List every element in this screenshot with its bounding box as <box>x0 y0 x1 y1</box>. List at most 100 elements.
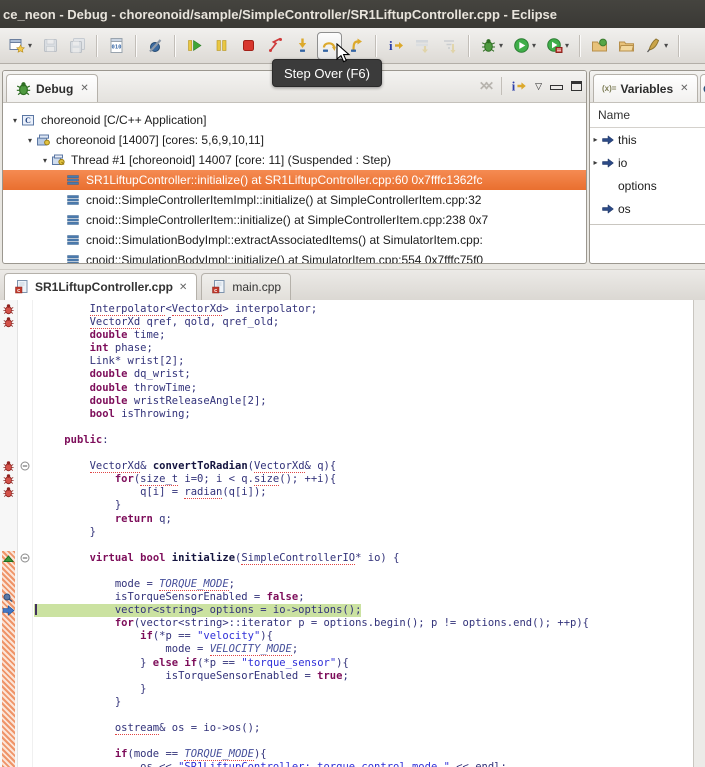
remove-all-terminated-icon[interactable]: ✕✕ <box>479 79 493 93</box>
dropdown-caret-icon[interactable]: ▾ <box>499 41 503 50</box>
process-icon <box>36 133 52 147</box>
variables-view-tabbar: (x)= Variables ✕ <box>590 71 705 103</box>
debug-tree-row[interactable]: ▾choreonoid [14007] [cores: 5,6,9,10,11] <box>3 130 586 150</box>
view-menu-icon[interactable]: ▽ <box>535 81 542 92</box>
toolbar-separator <box>96 35 98 57</box>
expander-icon[interactable]: ▾ <box>9 116 21 125</box>
editor-tab-sr1liftupcontroller-cpp[interactable]: cSR1LiftupController.cpp✕ <box>4 273 197 300</box>
debug-launch-tree: ▾Cchoreonoid [C/C++ Application]▾choreon… <box>3 103 586 264</box>
variable-row[interactable]: options <box>590 174 705 197</box>
fold-collapse-icon[interactable] <box>20 461 30 471</box>
debug-tree-label: cnoid::SimpleControllerItemImpl::initial… <box>86 193 481 207</box>
debug-tree-row[interactable]: cnoid::SimpleControllerItem::initialize(… <box>3 210 586 230</box>
dropdown-caret-icon[interactable]: ▾ <box>565 41 569 50</box>
variable-icon <box>601 156 616 170</box>
code-line: vector<string> options = io->options(); <box>39 604 693 617</box>
debug-tree-label: cnoid::SimpleControllerItem::initialize(… <box>86 213 488 227</box>
step-into-button[interactable] <box>290 32 315 60</box>
disconnect-button[interactable] <box>263 32 288 60</box>
use-step-filters-button[interactable] <box>437 32 462 60</box>
quill-button[interactable]: ▾ <box>641 32 672 60</box>
suspend-button[interactable] <box>209 32 234 60</box>
drop-to-frame-button[interactable] <box>410 32 435 60</box>
variable-name: options <box>618 179 657 193</box>
run-icon <box>513 37 530 54</box>
drop-to-frame-icon <box>414 37 431 54</box>
code-editor[interactable]: Interpolator<VectorXd> interpolator; Vec… <box>33 300 693 767</box>
toolbar-separator <box>501 77 502 95</box>
code-line: isTorqueSensorEnabled = false; <box>39 591 693 604</box>
resume-button[interactable] <box>182 32 207 60</box>
code-line: Interpolator<VectorXd> interpolator; <box>39 303 693 316</box>
code-line: } else if(*p == "torque_sensor"){ <box>39 657 693 670</box>
step-into-icon <box>294 37 311 54</box>
minimize-icon[interactable] <box>550 85 563 90</box>
tab-breakpoints-partial[interactable] <box>700 74 705 102</box>
dropdown-caret-icon[interactable]: ▾ <box>664 41 668 50</box>
variables-column-name[interactable]: Name <box>590 103 705 128</box>
code-line: for(size_t i=0; i < q.size(); ++i){ <box>39 473 693 486</box>
save-button[interactable] <box>38 32 63 60</box>
dropdown-caret-icon[interactable]: ▾ <box>28 41 32 50</box>
window-titlebar[interactable]: ce_neon - Debug - choreonoid/sample/Simp… <box>0 0 705 29</box>
open-task-button[interactable] <box>587 32 612 60</box>
folder-icon <box>618 37 635 54</box>
binary-file-button[interactable]: 010 <box>104 32 129 60</box>
disconnect-icon <box>267 37 284 54</box>
editor-tab-main-cpp[interactable]: cmain.cpp <box>201 273 291 300</box>
skip-all-breakpoints-button[interactable] <box>143 32 168 60</box>
error-bug-icon <box>2 460 15 473</box>
variable-name: this <box>618 133 637 147</box>
coverage-launch-button[interactable]: ▾ <box>542 32 573 60</box>
code-line: bool isThrowing; <box>39 408 693 421</box>
variable-row[interactable]: ▸io <box>590 151 705 174</box>
save-all-button[interactable] <box>65 32 90 60</box>
maximize-icon[interactable] <box>571 81 582 91</box>
variable-row[interactable]: ▸ this <box>590 128 705 151</box>
fold-collapse-icon[interactable] <box>20 553 30 563</box>
toolbar-separator <box>375 35 377 57</box>
instruction-stepping-button[interactable]: i <box>383 32 408 60</box>
expander-icon[interactable]: ▾ <box>24 136 36 145</box>
overview-ruler[interactable] <box>693 300 705 767</box>
expander-icon[interactable]: ▸ <box>590 158 601 167</box>
stack-frame-icon <box>66 173 82 187</box>
tab-debug[interactable]: Debug ✕ <box>6 74 98 102</box>
dropdown-caret-icon[interactable]: ▾ <box>532 41 536 50</box>
debug-launch-button[interactable]: ▾ <box>476 32 507 60</box>
tab-variables[interactable]: (x)= Variables ✕ <box>593 74 698 102</box>
new-button[interactable]: ▾ <box>5 32 36 60</box>
expander-icon[interactable]: ▸ <box>590 135 601 144</box>
variables-detail-splitter[interactable] <box>590 224 705 225</box>
close-icon[interactable]: ✕ <box>179 282 187 293</box>
debug-tree-row[interactable]: SR1LiftupController::initialize() at SR1… <box>3 170 586 190</box>
instruction-pointer-icon <box>2 604 15 617</box>
code-line <box>39 539 693 552</box>
open-resource-button[interactable] <box>614 32 639 60</box>
variable-row[interactable]: os <box>590 197 705 220</box>
editor-area: cSR1LiftupController.cpp✕cmain.cpp Inter… <box>0 269 705 767</box>
debug-tree-row[interactable]: cnoid::SimulationBodyImpl::extractAssoci… <box>3 230 586 250</box>
debug-tree-row[interactable]: ▾Thread #1 [choreonoid] 14007 [core: 11]… <box>3 150 586 170</box>
stack-frame-icon <box>66 233 82 247</box>
run-launch-button[interactable]: ▾ <box>509 32 540 60</box>
annotation-ruler <box>0 300 18 767</box>
tooltip-text: Step Over (F6) <box>284 66 370 81</box>
debug-tree-row[interactable]: cnoid::SimpleControllerItemImpl::initial… <box>3 190 586 210</box>
code-line: } <box>39 526 693 539</box>
new-wizard-icon <box>9 37 26 54</box>
debug-tree-row[interactable]: ▾Cchoreonoid [C/C++ Application] <box>3 110 586 130</box>
eclipse-window: ce_neon - Debug - choreonoid/sample/Simp… <box>0 0 705 767</box>
debug-tree-row[interactable]: cnoid::SimulationBodyImpl::initialize() … <box>3 250 586 264</box>
instruction-stepping-icon[interactable]: i <box>510 78 527 95</box>
cpp-file-icon: c <box>14 279 31 296</box>
expander-icon[interactable]: ▾ <box>39 156 51 165</box>
code-line <box>39 565 693 578</box>
variable-icon <box>601 202 616 216</box>
terminate-button[interactable] <box>236 32 261 60</box>
close-icon[interactable]: ✕ <box>80 83 88 94</box>
code-line <box>39 421 693 434</box>
editor-tabbar: cSR1LiftupController.cpp✕cmain.cpp <box>0 269 705 301</box>
close-icon[interactable]: ✕ <box>680 83 688 94</box>
stack-frame-icon <box>66 253 82 264</box>
